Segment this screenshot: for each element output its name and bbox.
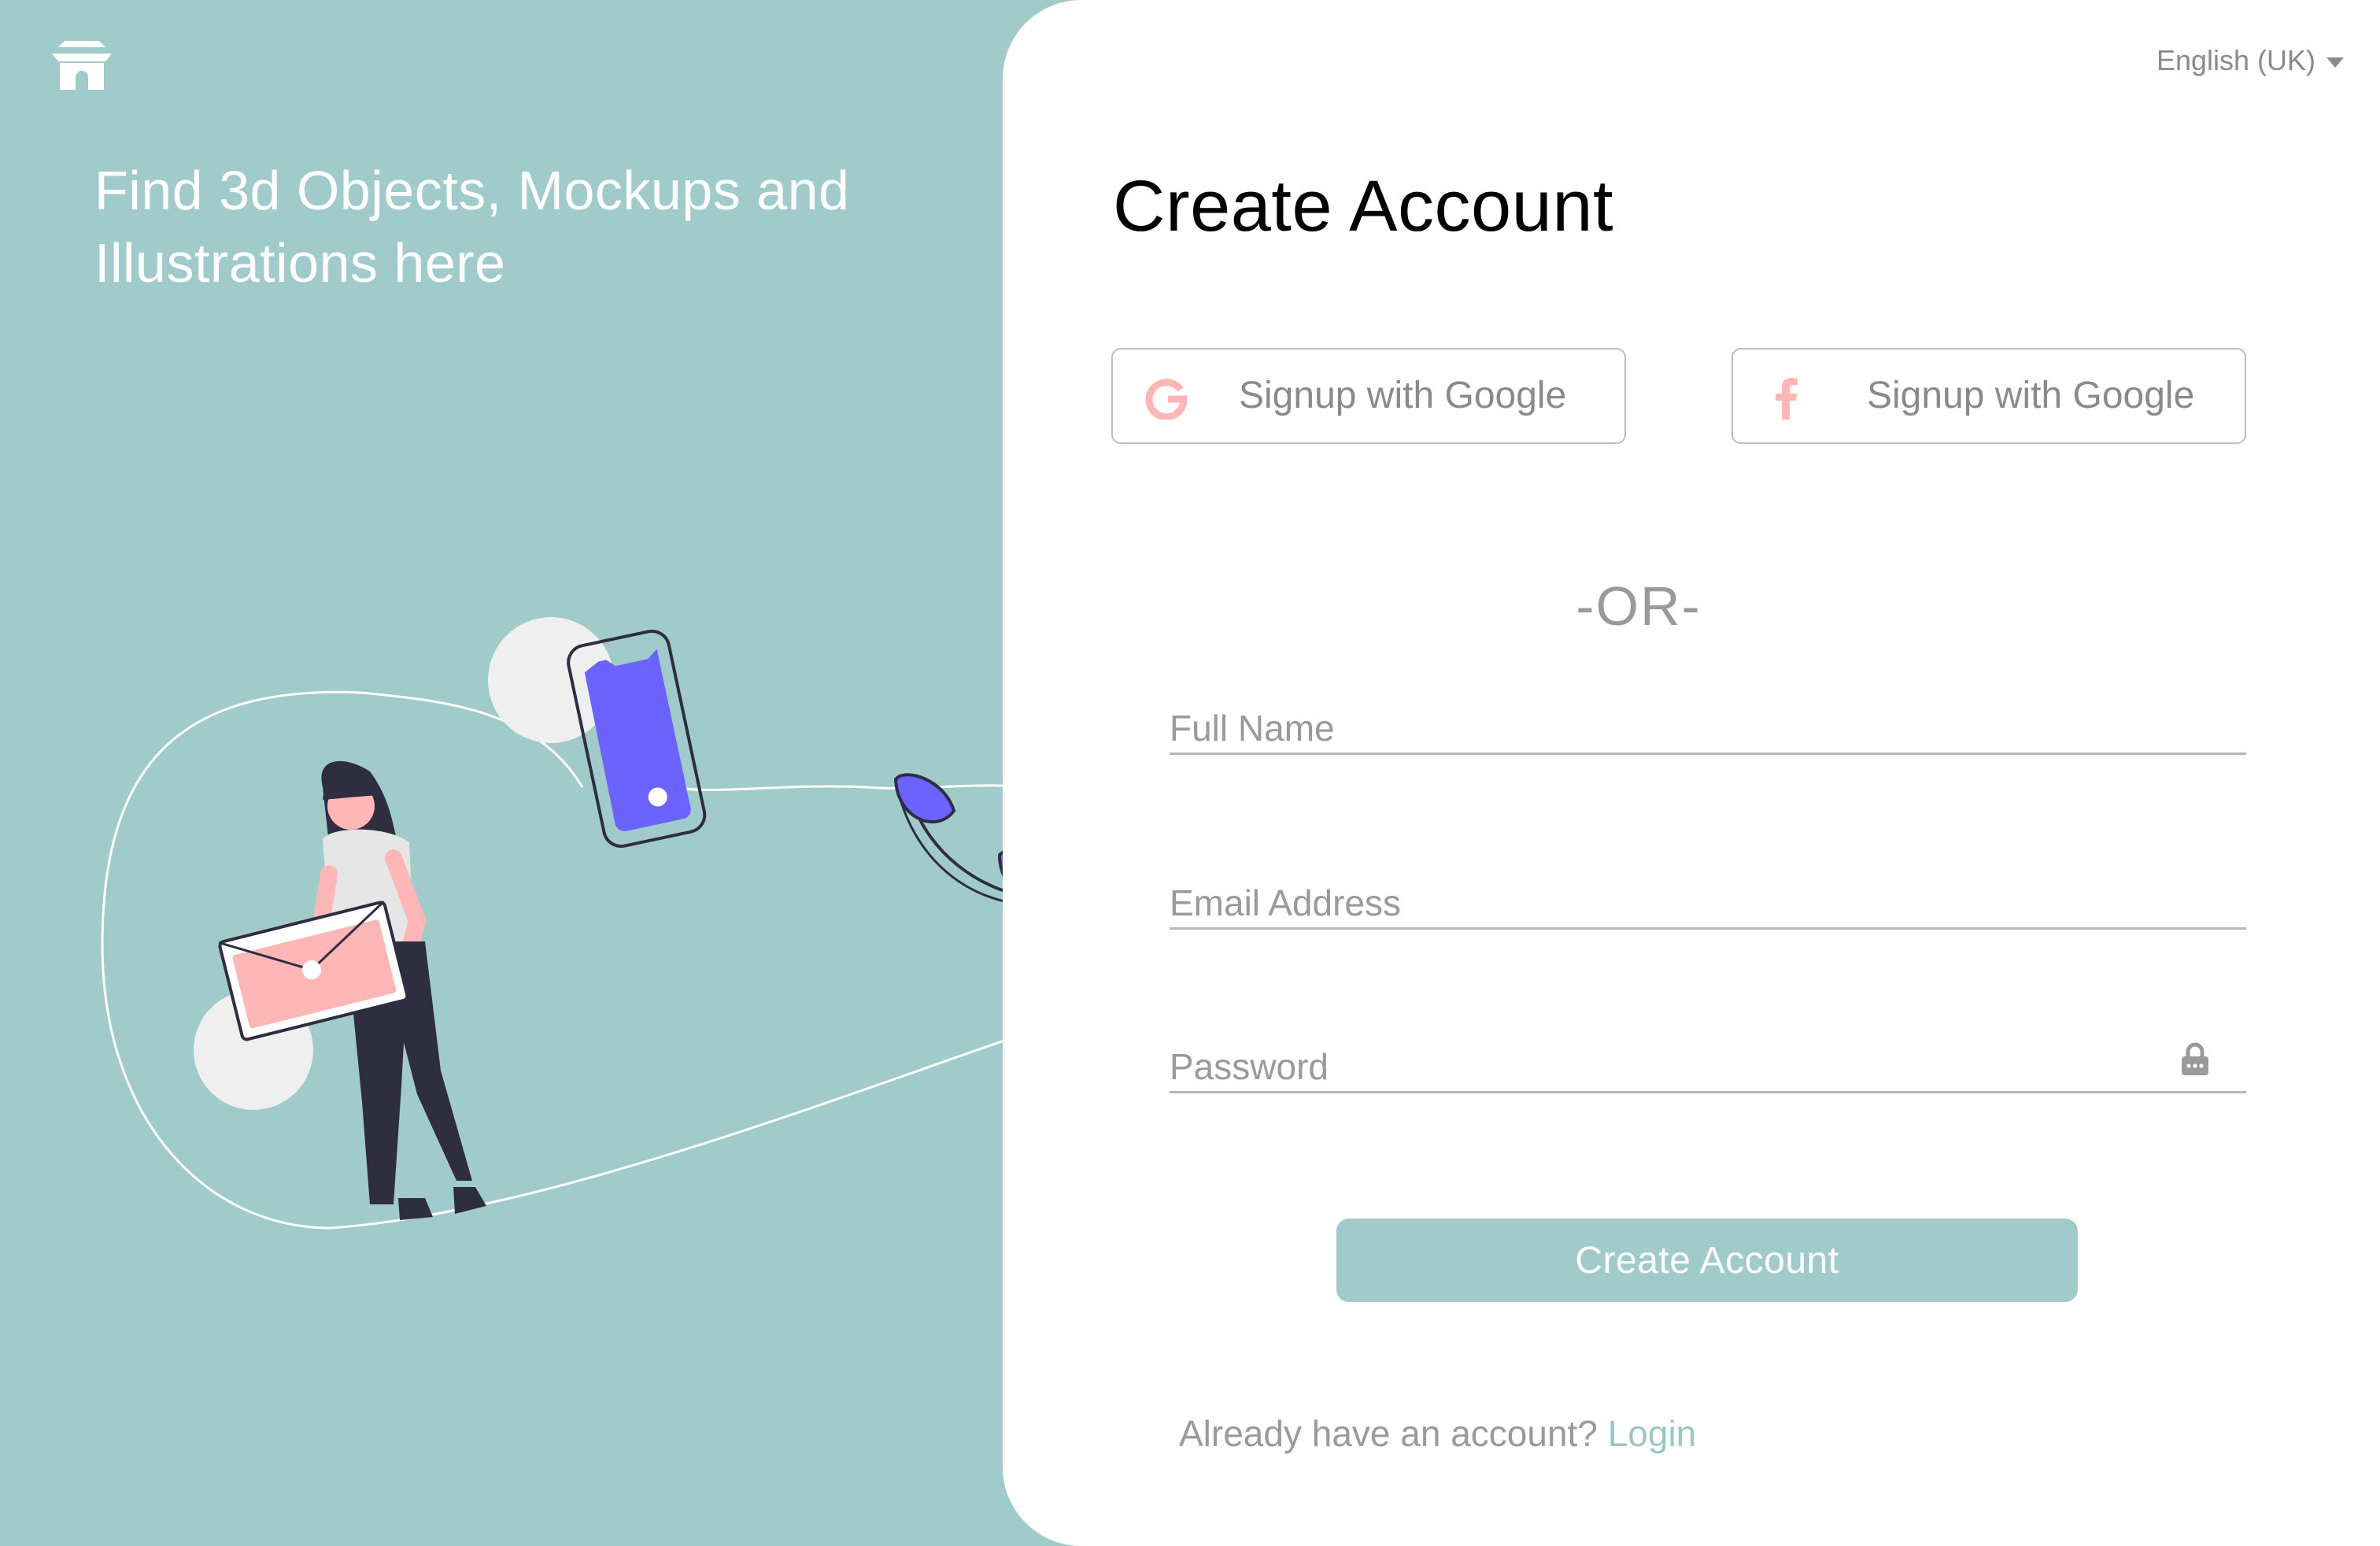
signup-card: English (UK) Create Account Signup with … — [1003, 0, 2380, 1546]
caret-down-icon — [2326, 57, 2344, 68]
login-prompt-text: Already have an account? — [1179, 1413, 1608, 1454]
google-g-icon — [1145, 379, 1188, 420]
signup-page: Find 3d Objects, Mockups and Illustratio… — [0, 0, 2380, 1546]
full-name-field — [1170, 690, 2246, 755]
full-name-input[interactable] — [1170, 707, 2246, 749]
purple-wing-left — [893, 773, 956, 824]
login-link[interactable]: Login — [1608, 1413, 1697, 1454]
password-field — [1170, 1028, 2246, 1093]
language-label: English (UK) — [2156, 44, 2315, 76]
lock-icon[interactable] — [2180, 1042, 2210, 1077]
language-selector[interactable]: English (UK) — [2156, 44, 2344, 77]
google-signup-button[interactable]: Signup with Google — [1111, 348, 1626, 444]
google-signup-label: Signup with Google — [1239, 375, 1567, 416]
facebook-signup-button[interactable]: Signup with Google — [1731, 348, 2246, 444]
create-account-button[interactable]: Create Account — [1336, 1219, 2078, 1302]
or-separator: -OR- — [1576, 575, 1702, 637]
facebook-signup-label: Signup with Google — [1867, 375, 2195, 416]
email-field — [1170, 864, 2246, 930]
page-title: Create Account — [1113, 166, 1614, 246]
facebook-f-icon — [1776, 378, 1798, 420]
login-prompt: Already have an account? Login — [1179, 1412, 1696, 1455]
password-input[interactable] — [1170, 1045, 2246, 1088]
email-input[interactable] — [1170, 882, 2246, 924]
